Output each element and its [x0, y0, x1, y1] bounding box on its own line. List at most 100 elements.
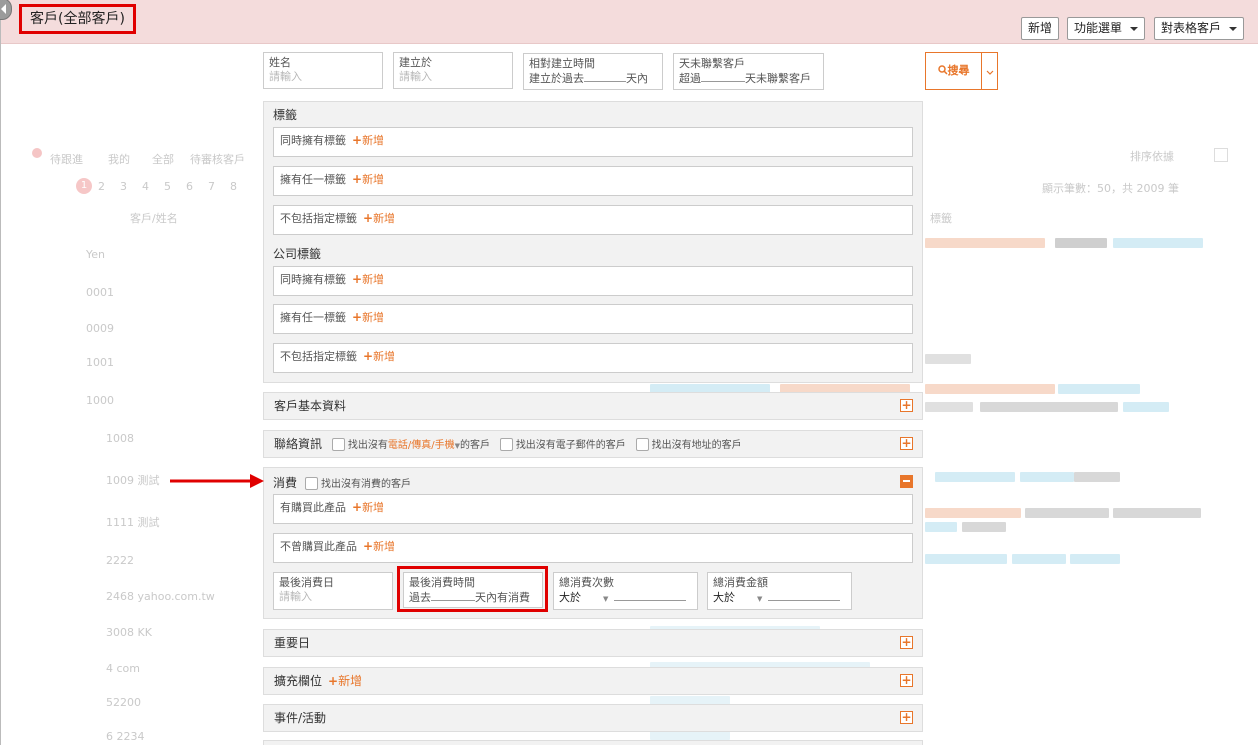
bg-col-name: 客戶/姓名: [130, 212, 178, 225]
not-bought-product-box[interactable]: 不曾購買此產品 +新增: [273, 533, 913, 563]
bg-row: 52200: [106, 696, 141, 709]
expand-plus-icon[interactable]: +: [900, 437, 913, 450]
days-input[interactable]: [431, 590, 475, 601]
tags-title: 標籤: [273, 108, 298, 122]
section-events[interactable]: 事件/活動 +: [263, 704, 923, 732]
bg-row: 1000: [86, 394, 114, 407]
search-options-chevron-icon[interactable]: [986, 66, 994, 79]
days-input[interactable]: [701, 71, 745, 82]
add-tag-link[interactable]: +新增: [363, 349, 395, 363]
left-divider: [0, 20, 1, 745]
bg-page: 5: [164, 180, 171, 193]
bg-tag: [925, 554, 1007, 564]
no-contact-filter[interactable]: 天未聯繫客戶 超過 天未聯繫客戶: [673, 53, 824, 90]
count-input[interactable]: [614, 590, 687, 601]
bg-tag: [1074, 472, 1120, 482]
add-product-link[interactable]: +新增: [352, 500, 384, 514]
company-tags-exclude-box[interactable]: 不包括指定標籤 +新增: [273, 343, 913, 373]
search-icon: [937, 65, 948, 75]
no-consume-checkbox[interactable]: [305, 477, 319, 490]
bg-row: 2468 yahoo.com.tw: [106, 590, 215, 603]
add-tag-link[interactable]: +新增: [352, 310, 384, 324]
add-tag-link[interactable]: +新增: [363, 211, 395, 225]
company-tags-title: 公司標籤: [273, 247, 322, 261]
bg-row: 1008: [106, 432, 134, 445]
no-address-checkbox[interactable]: [635, 438, 649, 451]
bg-row: 6 2234: [106, 730, 145, 743]
tags-exclude-box[interactable]: 不包括指定標籤 +新增: [273, 205, 913, 235]
add-tag-link[interactable]: +新增: [352, 172, 384, 186]
section-next: [263, 740, 923, 745]
bg-page: 7: [208, 180, 215, 193]
add-button[interactable]: 新增: [1021, 17, 1060, 40]
caret-down-icon: [1229, 26, 1238, 31]
bg-page-current: 1: [76, 178, 92, 194]
bg-tag: [925, 402, 973, 412]
bg-page: 3: [120, 180, 127, 193]
amount-input[interactable]: [768, 590, 841, 601]
tags-any-box[interactable]: 擁有任一標籤 +新增: [273, 166, 913, 196]
bg-row: 1009 測試: [106, 474, 160, 487]
bg-row: 0009: [86, 322, 114, 335]
bg-row: 1001: [86, 356, 114, 369]
table-customers-button[interactable]: 對表格客戶: [1154, 17, 1245, 40]
bg-row: 4 com: [106, 662, 140, 675]
annotation-arrow-icon: [170, 474, 264, 488]
bg-tag: [1025, 508, 1109, 518]
section-basic-info[interactable]: 客戶基本資料 +: [263, 392, 923, 420]
last-consume-time-filter[interactable]: 最後消費時間 過去 天內有消費: [403, 572, 543, 608]
function-menu-button[interactable]: 功能選單: [1067, 17, 1146, 40]
operator-select[interactable]: 大於 ▼: [559, 591, 608, 604]
bg-page: 2: [98, 180, 105, 193]
bg-tag: [1113, 508, 1201, 518]
add-product-link[interactable]: +新增: [363, 539, 395, 553]
bg-tag: [925, 508, 1021, 518]
tags-all-box[interactable]: 同時擁有標籤 +新增: [273, 127, 913, 157]
bg-tag: [1123, 402, 1169, 412]
section-extended-fields[interactable]: 擴充欄位 +新增 +: [263, 667, 923, 695]
name-filter[interactable]: 姓名 請輸入: [263, 52, 383, 89]
last-consume-date-filter[interactable]: 最後消費日 請輸入: [273, 572, 393, 610]
expand-plus-icon[interactable]: +: [900, 636, 913, 649]
days-input[interactable]: [584, 71, 626, 82]
bg-tag: [1020, 472, 1074, 482]
bg-tag: [1058, 384, 1140, 394]
bg-row: 1111 測試: [106, 516, 160, 529]
add-tag-link[interactable]: +新增: [352, 133, 384, 147]
expand-plus-icon[interactable]: +: [900, 674, 913, 687]
bg-col-tags: 標籤: [930, 212, 952, 225]
bg-tab: 全部: [152, 153, 174, 166]
bg-tab: 待跟進: [50, 153, 83, 166]
bg-page: 6: [186, 180, 193, 193]
collapse-minus-icon[interactable]: [900, 475, 913, 488]
bg-page: 8: [230, 180, 237, 193]
section-important-date[interactable]: 重要日 +: [263, 629, 923, 657]
expand-plus-icon[interactable]: +: [900, 711, 913, 724]
search-button[interactable]: 搜尋: [925, 52, 998, 90]
created-at-filter[interactable]: 建立於 請輸入: [393, 52, 513, 89]
section-contact[interactable]: 聯絡資訊 找出沒有電話/傳真/手機▼的客戶 找出沒有電子郵件的客戶 找出沒有地址…: [263, 430, 923, 458]
bg-row: 0001: [86, 286, 114, 299]
bg-row: 3008 KK: [106, 626, 152, 639]
add-tag-link[interactable]: +新增: [352, 272, 384, 286]
no-email-checkbox[interactable]: [499, 438, 513, 451]
page-title: 客戶(全部客戶): [19, 4, 136, 34]
no-phone-checkbox[interactable]: [331, 438, 345, 451]
relative-created-filter[interactable]: 相對建立時間 建立於過去 天內: [523, 53, 663, 90]
bg-tag: [1055, 238, 1107, 248]
company-tags-any-box[interactable]: 擁有任一標籤 +新增: [273, 304, 913, 334]
bg-row: 2222: [106, 554, 134, 567]
bg-page-info: 顯示筆數：50，共 2009 筆: [1042, 182, 1179, 195]
bg-grid-icon: [1214, 148, 1228, 162]
bg-row: Yen: [86, 248, 105, 261]
total-amount-filter[interactable]: 總消費金額 大於 ▼: [707, 572, 852, 610]
total-count-filter[interactable]: 總消費次數 大於 ▼: [553, 572, 698, 610]
caret-down-icon: [1130, 26, 1139, 31]
expand-plus-icon[interactable]: +: [900, 399, 913, 412]
bg-tag: [925, 522, 957, 532]
operator-select[interactable]: 大於 ▼: [713, 591, 762, 604]
bg-tag: [925, 238, 1045, 248]
bought-product-box[interactable]: 有購買此產品 +新增: [273, 494, 913, 524]
add-field-link[interactable]: +新增: [328, 674, 362, 688]
company-tags-all-box[interactable]: 同時擁有標籤 +新增: [273, 266, 913, 296]
